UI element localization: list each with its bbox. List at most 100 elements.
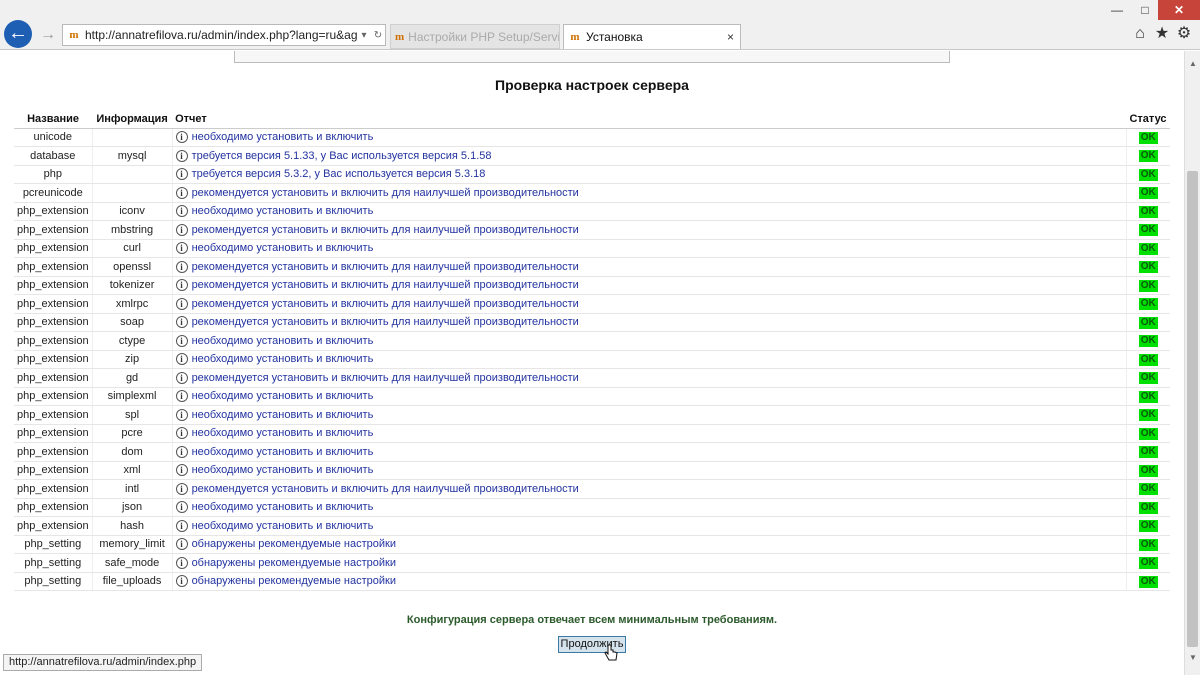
info-icon: i: [175, 445, 188, 458]
table-header-row: Название Информация Отчет Статус: [14, 110, 1170, 129]
cell-info: curl: [92, 239, 173, 258]
cell-name: php_extension: [14, 368, 93, 388]
address-bar[interactable]: m http://annatrefilova.ru/admin/index.ph…: [62, 24, 386, 46]
column-header-status: Статус: [1126, 110, 1170, 129]
table-row: php_extension curl i необходимо установить …: [14, 239, 1170, 258]
report-text[interactable]: необходимо установить и включить: [192, 242, 374, 254]
report-text[interactable]: рекомендуется установить и включить для …: [192, 261, 579, 273]
info-icon: i: [175, 334, 188, 347]
report-text[interactable]: рекомендуется установить и включить для …: [192, 483, 579, 495]
cell-status: OK: [1126, 146, 1170, 166]
cell-report: i необходимо установить и включить: [172, 239, 1127, 258]
cell-status: OK: [1126, 535, 1170, 554]
favorites-star-icon[interactable]: ★: [1152, 24, 1172, 44]
report-text[interactable]: требуется версия 5.1.33, у Вас используе…: [192, 150, 492, 162]
cell-name: php_extension: [14, 202, 93, 221]
previous-section-box: [234, 51, 950, 63]
table-row: php_extension ctype i необходимо установить…: [14, 331, 1170, 351]
cell-name: php_setting: [14, 553, 93, 573]
cell-name: php_extension: [14, 516, 93, 536]
cell-report: i рекомендуется установить и включить для…: [172, 220, 1127, 240]
report-text[interactable]: необходимо установить и включить: [192, 205, 374, 217]
cell-status: OK: [1126, 368, 1170, 388]
report-text[interactable]: рекомендуется установить и включить для …: [192, 316, 579, 328]
cell-info: iconv: [92, 202, 173, 221]
report-text[interactable]: необходимо установить и включить: [192, 390, 374, 402]
status-ok-badge: OK: [1138, 261, 1158, 274]
cell-info: spl: [92, 405, 173, 425]
report-text[interactable]: необходимо установить и включить: [192, 446, 374, 458]
cell-info: intl: [92, 479, 173, 499]
dropdown-icon[interactable]: ▾: [357, 30, 371, 41]
scroll-up-icon[interactable]: ▲: [1189, 59, 1197, 68]
status-bar-url: http://annatrefilova.ru/admin/index.php: [3, 654, 203, 671]
cell-report: i необходимо установить и включить: [172, 498, 1127, 517]
cell-info: mysql: [92, 146, 173, 166]
scrollbar-thumb[interactable]: [1187, 171, 1198, 647]
cell-name: php_extension: [14, 220, 93, 240]
report-text[interactable]: требуется версия 5.3.2, у Вас использует…: [192, 168, 486, 180]
report-text[interactable]: рекомендуется установить и включить для …: [192, 298, 579, 310]
report-text[interactable]: необходимо установить и включить: [192, 520, 374, 532]
cell-name: php_setting: [14, 572, 93, 591]
cell-report: i обнаружены рекомендуемые настройки: [172, 535, 1127, 554]
report-text[interactable]: обнаружены рекомендуемые настройки: [192, 575, 396, 587]
settings-gear-icon[interactable]: ⚙: [1174, 24, 1194, 44]
status-ok-badge: OK: [1138, 150, 1158, 163]
close-tab-icon[interactable]: ×: [727, 30, 734, 44]
report-text[interactable]: рекомендуется установить и включить для …: [192, 279, 579, 291]
tab-active[interactable]: m Установка ×: [563, 24, 741, 49]
cell-name: php_extension: [14, 405, 93, 425]
cell-status: OK: [1126, 202, 1170, 221]
cell-info: openssl: [92, 257, 173, 277]
report-text[interactable]: необходимо установить и включить: [192, 409, 374, 421]
report-text[interactable]: обнаружены рекомендуемые настройки: [192, 538, 396, 550]
cell-info: gd: [92, 368, 173, 388]
refresh-icon[interactable]: ↻: [371, 30, 385, 41]
cell-name: php_setting: [14, 535, 93, 554]
scroll-down-icon[interactable]: ▼: [1189, 653, 1197, 662]
report-text[interactable]: рекомендуется установить и включить для …: [192, 187, 579, 199]
column-header-report: Отчет: [172, 110, 1126, 129]
report-text[interactable]: необходимо установить и включить: [192, 335, 374, 347]
cell-report: i требуется версия 5.1.33, у Вас использу…: [172, 146, 1127, 166]
forward-arrow-icon[interactable]: →: [38, 24, 58, 46]
cell-info: [92, 165, 173, 184]
cell-info: [92, 128, 173, 147]
cell-report: i необходимо установить и включить: [172, 202, 1127, 221]
vertical-scrollbar[interactable]: ▲ ▼: [1184, 51, 1200, 675]
cell-info: safe_mode: [92, 553, 173, 573]
report-text[interactable]: рекомендуется установить и включить для …: [192, 372, 579, 384]
report-text[interactable]: необходимо установить и включить: [192, 464, 374, 476]
report-text[interactable]: рекомендуется установить и включить для …: [192, 224, 579, 236]
info-icon: i: [175, 575, 188, 588]
report-text[interactable]: необходимо установить и включить: [192, 131, 374, 143]
table-row: php_extension xml i необходимо установить и…: [14, 461, 1170, 480]
tab-inactive[interactable]: m Настройки PHP Setup/Service Install: [390, 24, 560, 49]
report-text[interactable]: необходимо установить и включить: [192, 427, 374, 439]
table-row: php_extension zip i необходимо установить и…: [14, 350, 1170, 369]
maximize-button[interactable]: □: [1129, 0, 1161, 20]
home-icon[interactable]: ⌂: [1130, 24, 1150, 44]
address-url[interactable]: http://annatrefilova.ru/admin/index.php?…: [85, 28, 357, 42]
table-row: php_extension openssl i рекомендуется устан…: [14, 257, 1170, 277]
info-icon: i: [175, 205, 188, 218]
status-ok-badge: OK: [1138, 575, 1158, 588]
cell-report: i необходимо установить и включить: [172, 424, 1127, 443]
cell-report: i рекомендуется установить и включить для…: [172, 368, 1127, 388]
cell-info: memory_limit: [92, 535, 173, 554]
cell-status: OK: [1126, 239, 1170, 258]
back-arrow-icon[interactable]: ←: [4, 20, 32, 48]
close-window-button[interactable]: ✕: [1158, 0, 1200, 20]
cell-status: OK: [1126, 424, 1170, 443]
status-ok-badge: OK: [1138, 224, 1158, 237]
table-row: unicode i необходимо установить и включить…: [14, 128, 1170, 147]
column-header-name: Название: [14, 110, 93, 129]
cell-info: file_uploads: [92, 572, 173, 591]
report-text[interactable]: необходимо установить и включить: [192, 353, 374, 365]
report-text[interactable]: обнаружены рекомендуемые настройки: [192, 557, 396, 569]
cell-info: mbstring: [92, 220, 173, 240]
info-icon: i: [175, 519, 188, 532]
tab-favicon-icon: m: [395, 30, 405, 43]
report-text[interactable]: необходимо установить и включить: [192, 501, 374, 513]
